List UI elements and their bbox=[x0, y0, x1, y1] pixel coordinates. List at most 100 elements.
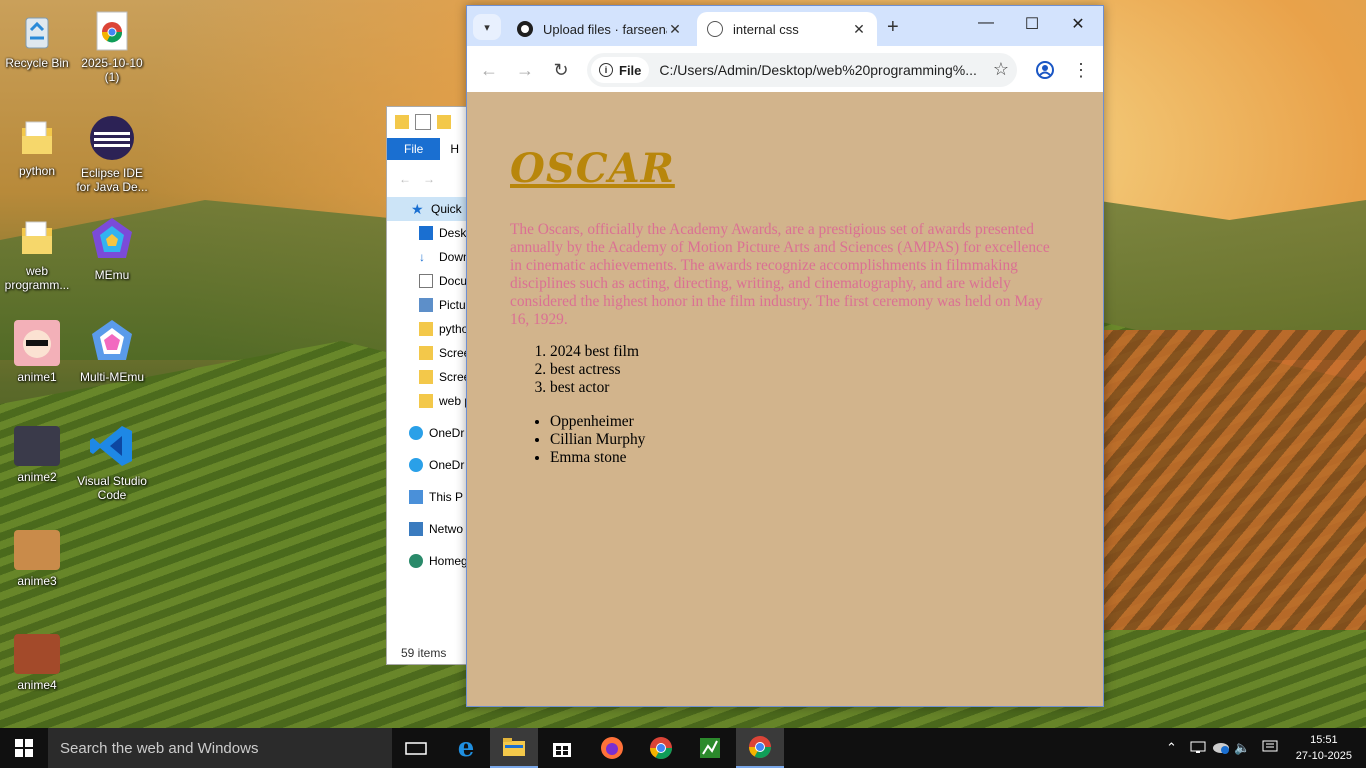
file-explorer-window[interactable]: File H ← → ★ Quick Deskt ↓ Down Docu Pic… bbox=[386, 106, 470, 665]
nav-folder-web[interactable]: web p bbox=[387, 389, 469, 413]
desktop-icon-python[interactable]: python bbox=[1, 118, 73, 178]
action-center-icon[interactable] bbox=[1262, 740, 1288, 757]
chrome-active-icon[interactable] bbox=[736, 728, 784, 768]
download-icon: ↓ bbox=[419, 250, 425, 264]
firefox-icon[interactable] bbox=[588, 728, 636, 768]
explorer-titlebar bbox=[387, 107, 469, 137]
nav-pictures[interactable]: Pictur bbox=[387, 293, 469, 317]
new-tab-button[interactable]: + bbox=[887, 16, 899, 39]
desktop-icon-recycle-bin[interactable]: Recycle Bin bbox=[1, 10, 73, 70]
unordered-list: Oppenheimer Cillian Murphy Emma stone bbox=[510, 413, 645, 467]
list-item: Cillian Murphy bbox=[550, 431, 645, 449]
edge-icon[interactable]: e bbox=[442, 728, 490, 768]
onedrive-tray-icon[interactable] bbox=[1212, 740, 1234, 757]
maximize-button[interactable]: ☐ bbox=[1009, 14, 1055, 34]
desktop-icon-chrome-file[interactable]: 2025-10-10 (1) bbox=[76, 10, 148, 84]
tab-upload-files[interactable]: Upload files · farseena ✕ bbox=[507, 12, 693, 46]
folder-icon bbox=[419, 370, 433, 384]
ordered-list: 2024 best film best actress best actor bbox=[510, 343, 639, 397]
system-tray: ⌃ 🔈 bbox=[1166, 728, 1288, 768]
close-tab-icon[interactable]: ✕ bbox=[851, 21, 867, 38]
folder-icon bbox=[395, 115, 409, 129]
file-explorer-taskbar-icon[interactable] bbox=[490, 728, 538, 768]
site-info-chip[interactable]: i File bbox=[591, 57, 650, 83]
back-button[interactable]: ← bbox=[477, 58, 501, 82]
nav-folder-python[interactable]: pytho bbox=[387, 317, 469, 341]
folder-icon bbox=[16, 218, 58, 260]
desktop-icon-anime2[interactable]: anime2 bbox=[1, 426, 73, 484]
ribbon-file-tab[interactable]: File bbox=[387, 138, 441, 160]
list-item: 2024 best film bbox=[550, 343, 639, 361]
desktop-icon-anime3[interactable]: anime3 bbox=[1, 530, 73, 588]
desktop-icon-vscode[interactable]: Visual Studio Code bbox=[76, 422, 148, 502]
app-icon[interactable] bbox=[686, 728, 734, 768]
volume-icon[interactable]: 🔈 bbox=[1234, 740, 1256, 756]
explorer-status-bar: 59 items bbox=[401, 646, 447, 660]
forward-button[interactable]: → bbox=[513, 58, 537, 82]
start-button[interactable] bbox=[0, 728, 48, 768]
network-tray-icon[interactable] bbox=[1190, 740, 1212, 757]
list-item: best actress bbox=[550, 361, 639, 379]
explorer-nav-buttons: ← → bbox=[387, 161, 469, 197]
properties-icon[interactable] bbox=[415, 114, 431, 130]
nav-onedrive-1[interactable]: OneDr bbox=[387, 421, 469, 445]
desktop-icon-multi-memu[interactable]: Multi-MEmu bbox=[76, 318, 148, 384]
windows-logo-icon bbox=[15, 739, 33, 757]
back-arrow-icon[interactable]: ← bbox=[399, 172, 411, 186]
tab-internal-css[interactable]: internal css ✕ bbox=[697, 12, 877, 46]
nav-onedrive-2[interactable]: OneDr bbox=[387, 453, 469, 477]
chevron-up-icon[interactable]: ⌃ bbox=[1166, 740, 1184, 756]
tab-search-dropdown-icon[interactable]: ▾ bbox=[473, 14, 501, 40]
anime1-thumbnail-icon bbox=[14, 320, 60, 366]
nav-documents[interactable]: Docu bbox=[387, 269, 469, 293]
nav-folder-screenshots-2[interactable]: Scree bbox=[387, 365, 469, 389]
desktop-icon-anime1[interactable]: anime1 bbox=[1, 320, 73, 384]
cloud-icon bbox=[409, 458, 423, 472]
network-icon bbox=[409, 522, 423, 536]
folder-icon bbox=[419, 322, 433, 336]
desktop-icon-eclipse[interactable]: Eclipse IDE for Java De... bbox=[76, 114, 148, 194]
clock-time: 15:51 bbox=[1310, 734, 1338, 746]
tab-strip: ▾ Upload files · farseena ✕ internal css… bbox=[467, 6, 1103, 46]
menu-kebab-icon[interactable]: ⋮ bbox=[1069, 58, 1093, 82]
nav-quick-access[interactable]: ★ Quick bbox=[387, 197, 469, 221]
clock[interactable]: 15:51 27-10-2025 bbox=[1296, 732, 1352, 764]
nav-folder-screenshots-1[interactable]: Scree bbox=[387, 341, 469, 365]
close-window-button[interactable]: ✕ bbox=[1055, 14, 1101, 34]
folder-icon bbox=[16, 118, 58, 160]
list-item: Oppenheimer bbox=[550, 413, 645, 431]
profile-button[interactable] bbox=[1033, 58, 1057, 82]
page-content: OSCAR The Oscars, officially the Academy… bbox=[467, 93, 1103, 706]
minimize-button[interactable]: — bbox=[963, 14, 1009, 32]
taskbar: Search the web and Windows e ⌃ 🔈 15:51 2… bbox=[0, 728, 1366, 768]
store-icon[interactable] bbox=[538, 728, 586, 768]
page-heading: OSCAR bbox=[510, 145, 675, 192]
eclipse-icon bbox=[88, 114, 136, 162]
folder-icon bbox=[419, 346, 433, 360]
new-folder-icon[interactable] bbox=[437, 115, 451, 129]
nav-homegroup[interactable]: Homeg bbox=[387, 549, 469, 573]
bookmark-star-icon[interactable]: ☆ bbox=[993, 59, 1009, 80]
close-tab-icon[interactable]: ✕ bbox=[667, 21, 683, 38]
ribbon-home-tab[interactable]: H bbox=[440, 138, 469, 160]
reload-button[interactable]: ↻ bbox=[549, 58, 573, 82]
address-bar[interactable]: i File C:/Users/Admin/Desktop/web%20prog… bbox=[587, 53, 1017, 87]
url-text[interactable]: C:/Users/Admin/Desktop/web%20programming… bbox=[659, 62, 979, 78]
nav-network[interactable]: Netwo bbox=[387, 517, 469, 541]
chrome-icon[interactable] bbox=[637, 728, 685, 768]
nav-this-pc[interactable]: This P bbox=[387, 485, 469, 509]
desktop-icon-web-programming[interactable]: web programm... bbox=[1, 218, 73, 292]
desktop-icon-anime4[interactable]: anime4 bbox=[1, 634, 73, 692]
nav-downloads[interactable]: ↓ Down bbox=[387, 245, 469, 269]
desktop-icon-memu[interactable]: MEmu bbox=[76, 216, 148, 282]
task-view-icon[interactable] bbox=[392, 728, 440, 768]
nav-desktop[interactable]: Deskt bbox=[387, 221, 469, 245]
clock-date: 27-10-2025 bbox=[1295, 750, 1352, 762]
taskbar-search-box[interactable]: Search the web and Windows bbox=[48, 728, 392, 768]
list-item: best actor bbox=[550, 379, 639, 397]
forward-arrow-icon[interactable]: → bbox=[423, 172, 435, 186]
github-icon bbox=[517, 21, 533, 37]
pc-icon bbox=[409, 490, 423, 504]
browser-window[interactable]: ▾ Upload files · farseena ✕ internal css… bbox=[466, 5, 1104, 707]
folder-icon bbox=[419, 394, 433, 408]
